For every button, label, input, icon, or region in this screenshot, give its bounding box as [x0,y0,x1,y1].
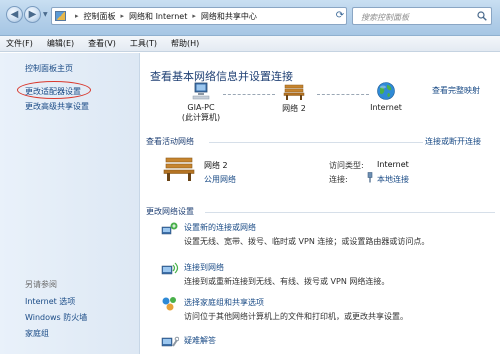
active-networks-heading: 查看活动网络 [146,137,194,146]
see-also-internet-options-link[interactable]: Internet 选项 [25,296,75,307]
new-connection-icon [161,222,178,235]
map-network-name: 网络 2 [282,104,306,113]
section-divider [205,212,495,213]
map-node-network[interactable]: 网络 2 [269,81,319,114]
breadcrumb-separator[interactable]: ▸ [121,12,125,20]
menu-bar: 文件(F) 编辑(E) 查看(V) 工具(T) 帮助(H) [0,36,500,52]
search-icon[interactable] [477,11,487,21]
map-node-internet[interactable]: Internet [363,81,409,112]
change-settings-heading: 更改网络设置 [146,207,194,216]
search-input[interactable]: 搜索控制面板 [352,7,492,25]
menu-tools[interactable]: 工具(T) [130,38,157,49]
task-pane: 控制面板主页 更改适配器设置 更改高级共享设置 另请参阅 Internet 选项… [0,53,140,354]
breadcrumb-separator[interactable]: ▸ [192,12,196,20]
homegroup-icon [162,297,176,311]
section-divider [209,142,423,143]
bench-icon [283,84,305,100]
computer-name: GIA-PC [187,103,215,112]
globe-icon [377,82,395,100]
breadcrumb-control-panel[interactable]: 控制面板 [84,11,116,22]
connect-network-icon [161,262,179,275]
access-type-label: 访问类型: [329,161,364,170]
network-bench-icon[interactable] [162,154,196,182]
back-button[interactable]: ◀ [6,6,23,23]
recent-pages-dropdown[interactable]: ▼ [43,12,49,18]
map-node-computer[interactable]: GIA-PC (此计算机) [175,81,227,123]
task-connect-network-desc: 连接到或重新连接到无线、有线、拨号或 VPN 网络连接。 [184,277,390,286]
active-network-name: 网络 2 [204,161,228,170]
connections-label: 连接: [329,175,348,184]
search-placeholder: 搜索控制面板 [361,13,409,22]
see-full-map-link[interactable]: 查看完整映射 [432,85,480,96]
menu-edit[interactable]: 编辑(E) [47,38,74,49]
control-panel-icon [55,11,66,21]
menu-help[interactable]: 帮助(H) [171,38,199,49]
address-toolbar: ◀ ▶ ▼ ▸ 控制面板 ▸ 网络和 Internet ▸ 网络和共享中心 ⟳ … [0,0,500,36]
task-connect-network-link[interactable]: 连接到网络 [184,262,224,273]
ethernet-icon [367,172,373,183]
see-also-windows-firewall-link[interactable]: Windows 防火墙 [25,312,87,323]
task-troubleshoot-link[interactable]: 疑难解答 [184,335,216,346]
task-homegroup-sharing-link[interactable]: 选择家庭组和共享选项 [184,297,264,308]
map-connection-line [223,94,275,95]
troubleshoot-icon [161,336,179,347]
main-content: 查看基本网络信息并设置连接 查看完整映射 GIA-PC (此计算机) 网络 2 [141,53,500,354]
see-also-heading: 另请参阅 [25,280,57,289]
map-connection-line [317,94,369,95]
computer-subtitle: (此计算机) [181,113,221,122]
menu-file[interactable]: 文件(F) [6,38,33,49]
refresh-icon[interactable]: ⟳ [334,9,346,23]
address-bar[interactable]: ▸ 控制面板 ▸ 网络和 Internet ▸ 网络和共享中心 [51,7,347,25]
task-setup-connection-desc: 设置无线、宽带、拨号、临时或 VPN 连接；或设置路由器或访问点。 [184,237,430,246]
control-panel-home-link[interactable]: 控制面板主页 [25,63,73,74]
change-advanced-sharing-link[interactable]: 更改高级共享设置 [25,101,89,112]
map-internet-label: Internet [370,103,402,112]
menu-view[interactable]: 查看(V) [88,38,116,49]
task-homegroup-sharing-desc: 访问位于其他网络计算机上的文件和打印机，或更改共享设置。 [184,312,408,321]
highlight-annotation-ellipse [17,81,91,99]
network-location-link[interactable]: 公用网络 [204,174,236,185]
computer-icon [192,82,210,100]
breadcrumb-network-sharing-center[interactable]: 网络和共享中心 [201,11,257,22]
access-type-value: Internet [377,160,409,169]
breadcrumb-separator[interactable]: ▸ [75,12,79,20]
local-area-connection-link[interactable]: 本地连接 [377,174,409,185]
connect-disconnect-link[interactable]: 连接或断开连接 [425,136,481,147]
task-setup-connection-link[interactable]: 设置新的连接或网络 [184,222,256,233]
see-also-homegroup-link[interactable]: 家庭组 [25,328,49,339]
forward-button[interactable]: ▶ [24,6,41,23]
breadcrumb-network-internet[interactable]: 网络和 Internet [129,11,187,22]
